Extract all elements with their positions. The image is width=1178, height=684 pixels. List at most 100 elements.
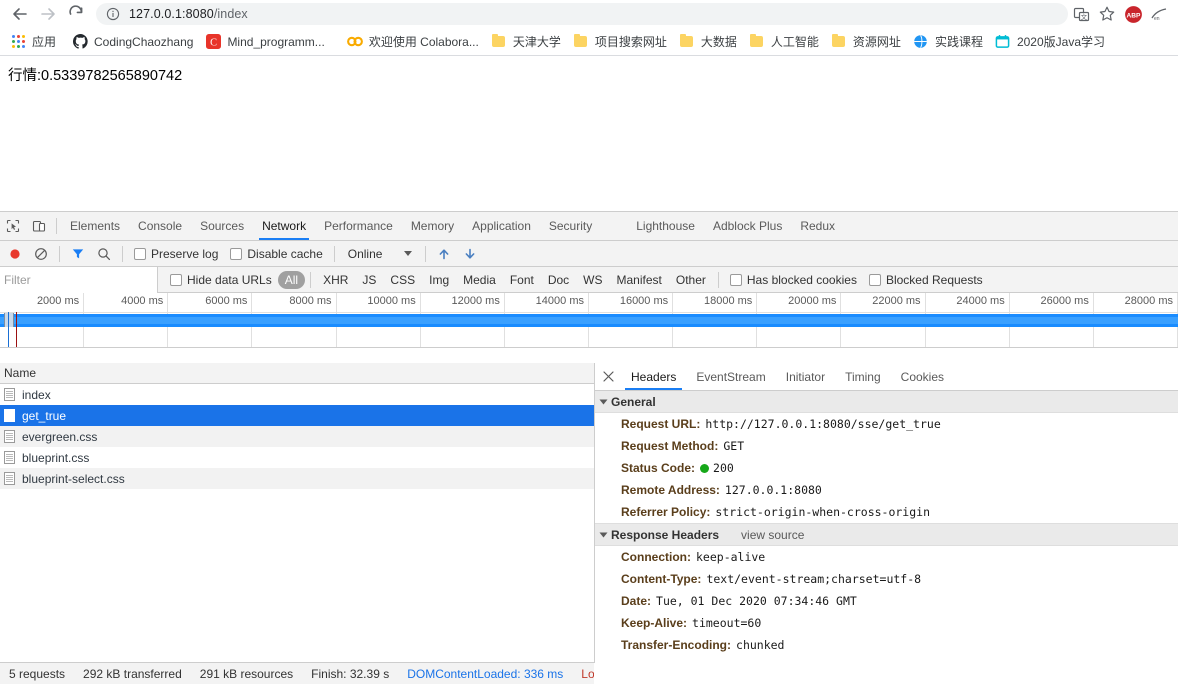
- bookmark-item-2[interactable]: 欢迎使用 Colabora...: [341, 31, 485, 53]
- request-row-get-true[interactable]: get_true: [0, 405, 594, 426]
- document-icon: [4, 388, 15, 401]
- record-stop-icon[interactable]: [2, 242, 28, 266]
- general-section-title: General: [611, 394, 656, 409]
- header-row-request-method: Request Method: GET: [595, 435, 1178, 457]
- request-row-evergreen-css[interactable]: evergreen.css: [0, 426, 594, 447]
- site-info-icon[interactable]: [106, 7, 120, 21]
- tab-network[interactable]: Network: [253, 212, 315, 240]
- bookmark-label: CodingChaozhang: [94, 34, 194, 49]
- tab-security[interactable]: Security: [540, 212, 601, 240]
- adblock-plus-icon[interactable]: ABP: [1120, 1, 1146, 27]
- divider: [333, 245, 335, 262]
- preserve-log-checkbox[interactable]: Preserve log: [128, 247, 224, 261]
- requests-panel: Name index get_true evergreen.css bluepr…: [0, 363, 595, 663]
- clear-icon[interactable]: [28, 242, 54, 266]
- detail-tab-cookies[interactable]: Cookies: [891, 363, 954, 390]
- bookmarks-bar: 应用 CodingChaozhang C Mind_programm... 欢迎…: [0, 28, 1178, 56]
- tab-adblock-plus[interactable]: Adblock Plus: [704, 212, 791, 240]
- filter-type-js[interactable]: JS: [355, 271, 383, 289]
- filter-type-css[interactable]: CSS: [383, 271, 422, 289]
- tab-memory[interactable]: Memory: [402, 212, 463, 240]
- request-name: blueprint-select.css: [22, 471, 125, 486]
- bookmark-item-8[interactable]: 实践课程: [907, 31, 989, 53]
- network-timeline-overview[interactable]: 2000 ms 4000 ms 6000 ms 8000 ms 10000 ms 1200…: [0, 293, 1178, 348]
- network-toolbar: Preserve log Disable cache Online: [0, 241, 1178, 267]
- import-har-icon[interactable]: [431, 242, 457, 266]
- address-bar[interactable]: 127.0.0.1:8080/index: [96, 3, 1068, 25]
- filter-input[interactable]: Filter: [0, 266, 158, 293]
- header-row-date: Date: Tue, 01 Dec 2020 07:34:46 GMT: [595, 590, 1178, 612]
- tab-application[interactable]: Application: [463, 212, 540, 240]
- timeline-tick: 20000 ms: [757, 293, 842, 312]
- requests-list[interactable]: index get_true evergreen.css blueprint.c…: [0, 384, 594, 663]
- reload-icon[interactable]: [62, 0, 90, 28]
- page-viewport: 行情:0.5339782565890742: [0, 56, 1178, 203]
- tab-lighthouse[interactable]: Lighthouse: [627, 212, 704, 240]
- back-arrow-icon[interactable]: [6, 0, 34, 28]
- has-blocked-cookies-checkbox[interactable]: Has blocked cookies: [724, 273, 863, 287]
- detail-tab-initiator[interactable]: Initiator: [776, 363, 835, 390]
- hide-data-urls-checkbox[interactable]: Hide data URLs: [158, 273, 278, 287]
- globe-blue-icon: [913, 34, 929, 50]
- filter-funnel-icon[interactable]: [65, 242, 91, 266]
- blocked-requests-checkbox[interactable]: Blocked Requests: [863, 273, 989, 287]
- filter-type-xhr[interactable]: XHR: [316, 271, 355, 289]
- throttling-dropdown[interactable]: Online: [340, 247, 421, 261]
- filter-type-other[interactable]: Other: [669, 271, 713, 289]
- bookmark-item-4[interactable]: 项目搜索网址: [567, 31, 673, 53]
- bookmark-star-icon[interactable]: [1094, 1, 1120, 27]
- bookmark-item-0[interactable]: CodingChaozhang: [66, 31, 199, 53]
- response-headers-section-header[interactable]: Response Headers view source: [595, 524, 1178, 546]
- timeline-selection-handle[interactable]: [4, 313, 14, 327]
- forward-arrow-icon[interactable]: [34, 0, 62, 28]
- github-icon: [72, 34, 88, 50]
- filter-type-all[interactable]: All: [277, 270, 306, 289]
- detail-tab-eventstream[interactable]: EventStream: [686, 363, 775, 390]
- inspect-element-icon[interactable]: [0, 212, 26, 240]
- bookmark-item-3[interactable]: 天津大学: [485, 31, 567, 53]
- bookmark-item-7[interactable]: 资源网址: [825, 31, 907, 53]
- tab-console[interactable]: Console: [129, 212, 191, 240]
- tab-sources[interactable]: Sources: [191, 212, 253, 240]
- extension-icon[interactable]: en: [1146, 1, 1172, 27]
- filter-type-media[interactable]: Media: [456, 271, 503, 289]
- filter-type-doc[interactable]: Doc: [541, 271, 576, 289]
- disable-cache-checkbox[interactable]: Disable cache: [224, 247, 328, 261]
- device-toolbar-icon[interactable]: [26, 212, 52, 240]
- bookmark-label: 资源网址: [852, 35, 901, 49]
- tab-elements[interactable]: Elements: [61, 212, 129, 240]
- bookmark-item-5[interactable]: 大数据: [673, 31, 743, 53]
- bookmark-item-9[interactable]: 2020版Java学习: [989, 31, 1111, 53]
- requests-column-header[interactable]: Name: [0, 363, 594, 384]
- bookmark-item-1[interactable]: C Mind_programm...: [199, 31, 330, 53]
- tab-redux[interactable]: Redux: [791, 212, 844, 240]
- bookmark-label: 项目搜索网址: [594, 35, 667, 49]
- request-row-blueprint-css[interactable]: blueprint.css: [0, 447, 594, 468]
- blocked-requests-label: Blocked Requests: [885, 272, 983, 287]
- timeline-tick: 16000 ms: [589, 293, 674, 312]
- request-row-blueprint-select-css[interactable]: blueprint-select.css: [0, 468, 594, 489]
- timeline-tick-label: 20000 ms: [788, 295, 837, 307]
- apps-button[interactable]: 应用: [4, 31, 62, 53]
- view-source-link[interactable]: view source: [741, 528, 804, 542]
- document-icon: [4, 472, 15, 485]
- detail-tab-headers[interactable]: Headers: [621, 363, 686, 390]
- filter-type-ws[interactable]: WS: [576, 271, 609, 289]
- detail-tab-timing[interactable]: Timing: [835, 363, 891, 390]
- search-icon[interactable]: [91, 242, 117, 266]
- checkbox-box: [170, 273, 182, 286]
- general-section-header[interactable]: General: [595, 391, 1178, 413]
- translate-icon[interactable]: 文: [1068, 1, 1094, 27]
- filter-type-font[interactable]: Font: [503, 271, 541, 289]
- request-row-index[interactable]: index: [0, 384, 594, 405]
- export-har-icon[interactable]: [457, 242, 483, 266]
- header-value: chunked: [736, 638, 785, 652]
- filter-type-manifest[interactable]: Manifest: [610, 271, 669, 289]
- svg-text:C: C: [210, 38, 217, 49]
- status-transferred: 292 kB transferred: [83, 666, 182, 681]
- column-name-label: Name: [4, 366, 37, 380]
- bookmark-item-6[interactable]: 人工智能: [743, 31, 825, 53]
- tab-performance[interactable]: Performance: [315, 212, 402, 240]
- filter-type-img[interactable]: Img: [422, 271, 456, 289]
- close-icon[interactable]: [595, 363, 621, 390]
